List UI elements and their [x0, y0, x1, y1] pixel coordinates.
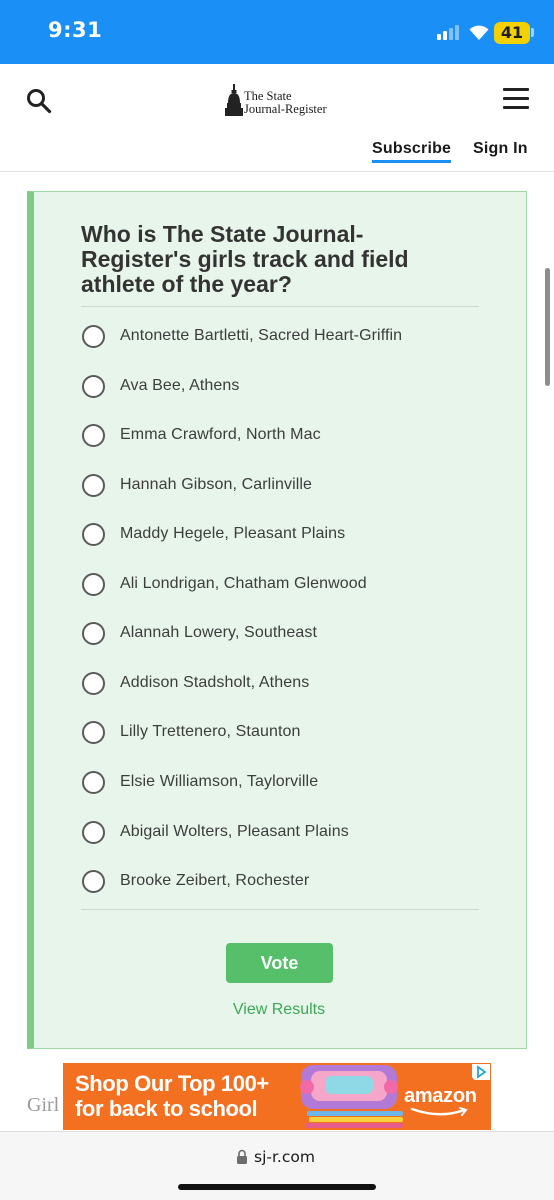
subscribe-link[interactable]: Subscribe — [372, 140, 451, 158]
article-headline-peek: Girl — [27, 1094, 60, 1116]
ad-brand: amazon — [404, 1085, 477, 1107]
wifi-icon — [469, 25, 489, 40]
poll-option[interactable]: Elsie Williamson, Taylorville — [81, 764, 479, 800]
poll-divider-top — [81, 306, 479, 307]
radio-button[interactable] — [82, 771, 105, 794]
scrollbar-thumb[interactable] — [545, 268, 550, 386]
radio-button[interactable] — [82, 474, 105, 497]
poll-option[interactable]: Ali Londrigan, Chatham Glenwood — [81, 566, 479, 602]
poll-option-label: Abigail Wolters, Pleasant Plains — [120, 823, 349, 840]
status-bar: 9:31 41 — [0, 0, 554, 64]
status-time: 9:31 — [48, 18, 103, 42]
site-logo[interactable]: The State Journal-Register — [224, 84, 334, 120]
radio-button[interactable] — [82, 424, 105, 447]
battery-icon: 41 — [494, 22, 530, 44]
radio-button[interactable] — [82, 821, 105, 844]
battery-cap — [531, 28, 534, 37]
vote-button[interactable]: Vote — [226, 943, 333, 983]
ad-line2: for back to school — [75, 1096, 258, 1121]
subscribe-underline — [372, 160, 451, 163]
ad-line1: Shop Our Top 100+ — [75, 1071, 269, 1096]
poll-option[interactable]: Abigail Wolters, Pleasant Plains — [81, 814, 479, 850]
url-text: sj-r.com — [254, 1148, 315, 1166]
poll-option[interactable]: Alannah Lowery, Southeast — [81, 615, 479, 651]
amazon-smile-icon — [410, 1107, 468, 1116]
poll-option-label: Ava Bee, Athens — [120, 377, 240, 394]
hamburger-menu-icon[interactable] — [503, 88, 529, 110]
view-results-link[interactable]: View Results — [184, 1001, 374, 1019]
ad-headline: Shop Our Top 100+ for back to school — [75, 1071, 269, 1121]
radio-button[interactable] — [82, 721, 105, 744]
poll-option[interactable]: Brooke Zeibert, Rochester — [81, 863, 479, 899]
sign-in-link[interactable]: Sign In — [473, 140, 528, 158]
poll-option[interactable]: Maddy Hegele, Pleasant Plains — [81, 516, 479, 552]
adchoices-icon[interactable] — [472, 1064, 490, 1080]
radio-button[interactable] — [82, 573, 105, 596]
poll-option[interactable]: Hannah Gibson, Carlinville — [81, 467, 479, 503]
logo-line2: Journal-Register — [244, 102, 327, 116]
poll-card: Who is The State Journal-Register's girl… — [27, 191, 527, 1049]
home-indicator — [178, 1184, 376, 1190]
poll-option-label: Emma Crawford, North Mac — [120, 426, 321, 443]
poll-divider-bottom — [81, 909, 479, 910]
logo-text: The State Journal-Register — [244, 90, 327, 116]
poll-question: Who is The State Journal-Register's girl… — [81, 221, 409, 297]
poll-option-label: Addison Stadsholt, Athens — [120, 674, 310, 691]
poll-option-label: Lilly Trettenero, Staunton — [120, 723, 301, 740]
site-header: The State Journal-Register Subscribe Sig… — [0, 64, 554, 172]
poll-option-label: Maddy Hegele, Pleasant Plains — [120, 525, 346, 542]
poll-option-label: Ali Londrigan, Chatham Glenwood — [120, 575, 367, 592]
radio-button[interactable] — [82, 325, 105, 348]
radio-button[interactable] — [82, 672, 105, 695]
poll-option[interactable]: Lilly Trettenero, Staunton — [81, 714, 479, 750]
poll-option-label: Hannah Gibson, Carlinville — [120, 476, 313, 493]
radio-button[interactable] — [82, 870, 105, 893]
poll-option-label: Elsie Williamson, Taylorville — [120, 773, 319, 790]
poll-option[interactable]: Emma Crawford, North Mac — [81, 417, 479, 453]
search-icon[interactable] — [26, 88, 52, 114]
radio-button[interactable] — [82, 523, 105, 546]
poll-option[interactable]: Addison Stadsholt, Athens — [81, 665, 479, 701]
lock-icon — [237, 1149, 247, 1164]
capitol-dome-icon — [225, 84, 243, 116]
poll-option-label: Alannah Lowery, Southeast — [120, 624, 317, 641]
poll-option[interactable]: Antonette Bartletti, Sacred Heart-Griffi… — [81, 318, 479, 354]
poll-option-label: Antonette Bartletti, Sacred Heart-Griffi… — [120, 327, 403, 344]
radio-button[interactable] — [82, 375, 105, 398]
ad-banner[interactable]: Shop Our Top 100+ for back to school ama… — [63, 1063, 491, 1130]
battery-level: 41 — [500, 23, 524, 42]
radio-button[interactable] — [82, 622, 105, 645]
browser-address-bar[interactable]: sj-r.com — [0, 1131, 554, 1200]
poll-option[interactable]: Ava Bee, Athens — [81, 368, 479, 404]
poll-option-label: Brooke Zeibert, Rochester — [120, 872, 310, 889]
cellular-signal-icon — [437, 24, 463, 40]
